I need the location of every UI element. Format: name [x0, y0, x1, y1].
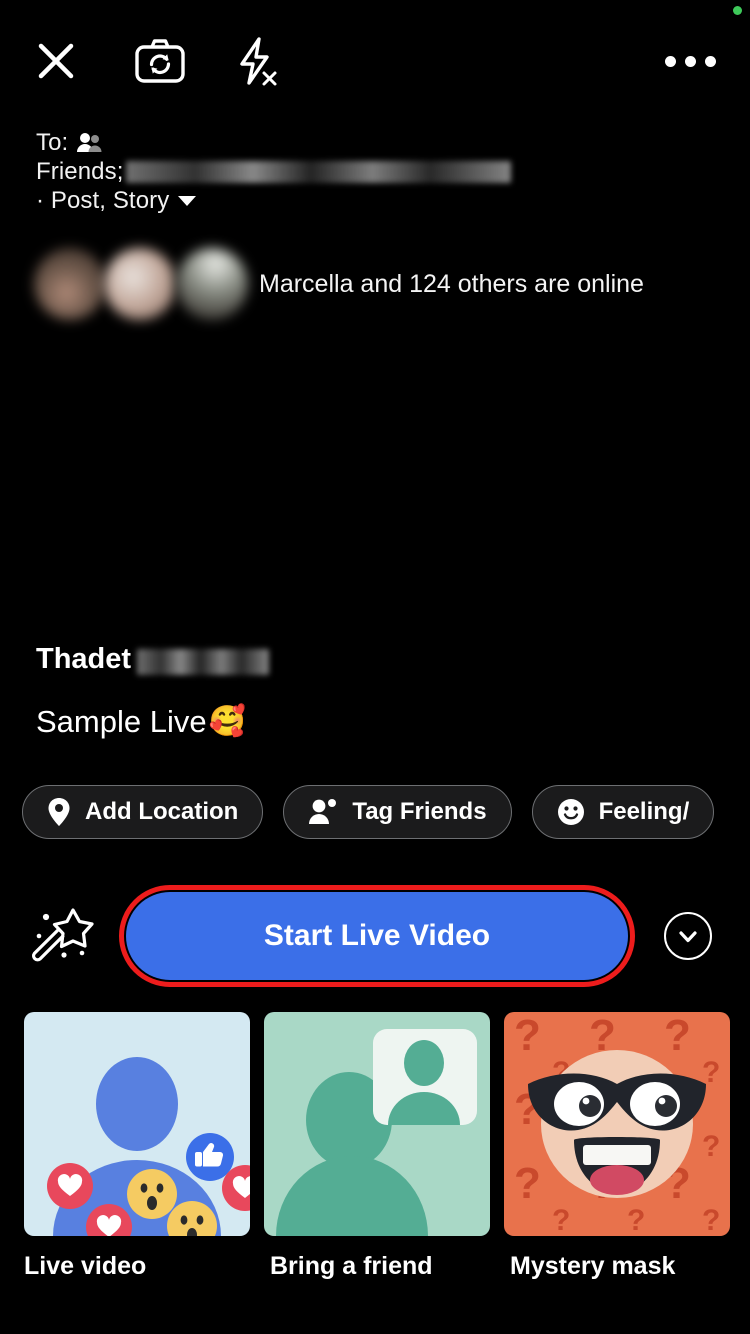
effects-carousel[interactable]: Live video Bring a friend Mystery mask [24, 1012, 750, 1281]
magic-wand-icon [32, 908, 94, 962]
online-friends-text: Marcella and 124 others are online [259, 269, 644, 298]
avatar [104, 248, 176, 320]
expand-options-button[interactable] [664, 912, 712, 960]
audience-destinations-row[interactable]: · Post, Story [36, 186, 676, 215]
audience-destinations-label: · Post, Story [36, 187, 170, 214]
author-last-name-redacted [137, 648, 270, 675]
caption-emoji: 🥰 [208, 705, 246, 738]
online-avatars [34, 248, 248, 320]
recording-status-dot [733, 6, 742, 15]
tag-friends-chip[interactable]: Tag Friends [283, 785, 512, 839]
chevron-down-icon [178, 195, 197, 206]
more-options-button[interactable] [630, 30, 750, 92]
audience-privacy-label: Friends; [36, 158, 124, 185]
excluded-names-redacted [125, 161, 511, 183]
audience-privacy-row: Friends; [36, 157, 676, 186]
live-video-reactions-thumbnail [24, 1012, 250, 1236]
flash-off-icon [240, 37, 277, 86]
add-location-chip[interactable]: Add Location [22, 785, 264, 839]
feeling-activity-label: Feeling/ [598, 798, 690, 825]
camera-flip-icon [135, 39, 185, 83]
live-caption[interactable]: Sample Live 🥰 [36, 704, 246, 740]
avatar [34, 248, 106, 320]
effect-card-live-video[interactable]: Live video [24, 1012, 250, 1281]
flip-camera-button[interactable] [112, 30, 208, 92]
location-pin-icon [48, 798, 70, 826]
flash-toggle-button[interactable] [208, 30, 304, 92]
bring-a-friend-thumbnail [264, 1012, 490, 1236]
effect-label-live-video: Live video [24, 1252, 147, 1280]
close-button[interactable] [0, 30, 112, 92]
audience-selector[interactable]: To: Friends; · Post, Story [36, 128, 676, 215]
smiley-face-icon [557, 799, 584, 825]
effect-card-mystery-mask[interactable]: ? ? Mystery mask [504, 1012, 730, 1281]
effects-wand-button[interactable] [0, 903, 126, 969]
avatar [176, 248, 248, 320]
friends-icon [77, 132, 102, 152]
author-first-name: Thadet [36, 643, 132, 675]
add-location-label: Add Location [85, 798, 239, 825]
start-live-row: Start Live Video [0, 885, 750, 987]
top-toolbar [0, 26, 750, 96]
chevron-down-circle-icon [679, 931, 697, 943]
effect-label-mystery-mask: Mystery mask [510, 1252, 676, 1280]
author-name: Thadet [36, 643, 270, 676]
mystery-mask-thumbnail: ? ? [504, 1012, 730, 1236]
effect-label-bring-a-friend: Bring a friend [270, 1252, 433, 1280]
effect-card-bring-a-friend[interactable]: Bring a friend [264, 1012, 490, 1281]
more-options-icon [664, 55, 716, 67]
start-live-video-button[interactable]: Start Live Video [119, 885, 635, 987]
live-caption-text: Sample Live [36, 704, 207, 739]
tag-friends-label: Tag Friends [352, 798, 487, 825]
composer-chips-row: Add Location Tag Friends Feeling/ [22, 785, 750, 839]
online-friends-row[interactable]: Marcella and 124 others are online [34, 248, 714, 320]
audience-to-row: To: [36, 128, 676, 157]
tag-friends-icon [309, 799, 337, 824]
close-icon [38, 43, 74, 79]
feeling-activity-chip[interactable]: Feeling/ [531, 785, 715, 839]
audience-to-label: To: [36, 129, 69, 156]
